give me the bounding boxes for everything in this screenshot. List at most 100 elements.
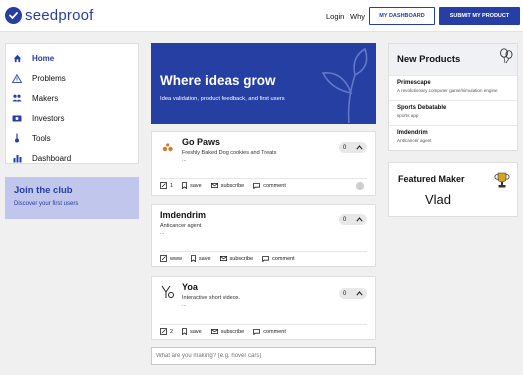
trophy-icon	[494, 172, 510, 188]
save-label: save	[190, 328, 202, 335]
new-products-header: New Products	[389, 44, 517, 75]
tools-icon	[12, 133, 22, 143]
sidebar-item-label: Makers	[32, 93, 59, 103]
product-actions: 2 save subscribe comment	[160, 324, 367, 338]
sidebar-item-makers[interactable]: Makers	[6, 88, 138, 108]
sidebar-nav: Home Problems Makers Investors Tools Das…	[5, 43, 139, 164]
save-button[interactable]: save	[191, 255, 211, 262]
comment-label: comment	[263, 328, 286, 335]
new-product-name: Imdendrim	[397, 130, 428, 136]
product-name[interactable]: Yoa	[182, 282, 240, 292]
product-card[interactable]: Yoa Interactive short videos. ... 0 2 sa…	[151, 276, 376, 340]
new-product-item[interactable]: Primescape A revolutionary computer game…	[389, 75, 517, 100]
mail-icon	[219, 256, 227, 261]
subscribe-button[interactable]: subscribe	[219, 256, 253, 262]
save-button[interactable]: save	[182, 182, 202, 189]
sidebar-item-problems[interactable]: Problems	[6, 68, 138, 88]
chevron-up-icon	[356, 291, 363, 296]
save-label: save	[190, 182, 202, 189]
featured-maker-name[interactable]: Vlad	[425, 192, 451, 207]
subscribe-button[interactable]: subscribe	[210, 182, 245, 189]
sidebar-item-label: Problems	[32, 73, 66, 83]
comment-count: 2	[170, 328, 174, 335]
brand-name: seedproof	[25, 7, 94, 24]
product-card[interactable]: Imdendrim Anticancer agent ... 0 www sav…	[151, 204, 376, 267]
product-name[interactable]: Go Paws	[182, 137, 276, 147]
product-actions: 1 save subscribe comment	[160, 178, 367, 192]
product-description: ...	[182, 302, 187, 308]
balloons-icon	[500, 48, 513, 64]
new-product-desc: A revolutionary computer game/simulation…	[397, 88, 498, 93]
club-subtitle: Discover your first users	[14, 201, 79, 207]
comment-count-button[interactable]: 1	[160, 182, 173, 189]
upvote-button[interactable]: 0	[339, 142, 367, 153]
my-dashboard-button[interactable]: MY DASHBOARD	[369, 7, 435, 25]
comment-button[interactable]: comment	[253, 329, 286, 335]
new-product-desc: sports app	[397, 113, 419, 118]
product-description: ...	[182, 157, 187, 163]
chevron-up-icon	[356, 217, 363, 222]
subscribe-label: subscribe	[220, 182, 245, 189]
sidebar-item-label: Dashboard	[32, 153, 72, 163]
product-card[interactable]: Go Paws Freshly Baked Dog cookies and Tr…	[151, 131, 376, 196]
vote-count: 0	[343, 144, 347, 151]
save-label: save	[198, 255, 211, 262]
leaf-icon	[321, 47, 368, 124]
sidebar-item-home[interactable]: Home	[6, 48, 138, 68]
hero-title: Where ideas grow	[160, 73, 276, 88]
why-link[interactable]: Why	[350, 12, 365, 21]
mail-icon	[210, 183, 218, 188]
chevron-up-icon	[356, 145, 363, 150]
sidebar-item-label: Home	[32, 53, 55, 63]
product-name[interactable]: Imdendrim	[160, 210, 206, 220]
new-product-item[interactable]: Sports Debatable sports app	[389, 100, 517, 125]
edit-icon	[160, 328, 167, 335]
bookmark-icon	[182, 328, 187, 335]
top-bar: seedproof Login Why MY DASHBOARD SUBMIT …	[0, 0, 523, 32]
maker-avatar[interactable]	[356, 182, 364, 190]
home-icon	[12, 53, 22, 63]
sidebar-item-investors[interactable]: Investors	[6, 108, 138, 128]
product-actions: www save subscribe comment	[160, 251, 367, 265]
product-tagline: Anticancer agent	[160, 223, 202, 229]
sidebar-item-tools[interactable]: Tools	[6, 128, 138, 148]
what-are-you-making-input[interactable]	[151, 347, 376, 365]
sidebar-item-dashboard[interactable]: Dashboard	[6, 148, 138, 168]
new-product-name: Primescape	[397, 80, 431, 86]
upvote-button[interactable]: 0	[339, 214, 367, 225]
upvote-button[interactable]: 0	[339, 288, 367, 299]
product-header: Imdendrim Anticancer agent ...	[160, 210, 206, 236]
bookmark-icon	[182, 182, 187, 189]
sidebar-item-label: Investors	[32, 113, 65, 123]
submit-product-button[interactable]: SUBMIT MY PRODUCT	[439, 7, 520, 25]
website-link[interactable]: www	[160, 255, 182, 262]
users-icon	[12, 93, 22, 103]
website-label: www	[170, 255, 182, 262]
join-club-card[interactable]: Join the club Discover your first users	[5, 177, 139, 219]
vote-count: 0	[343, 216, 347, 223]
product-header: Go Paws Freshly Baked Dog cookies and Tr…	[160, 137, 276, 163]
product-tagline: Interactive short videos.	[182, 295, 241, 301]
checkmark-icon	[5, 7, 22, 24]
comment-count-button[interactable]: 2	[160, 328, 173, 335]
login-link[interactable]: Login	[326, 12, 344, 21]
edit-icon	[160, 255, 167, 262]
comment-label: comment	[263, 182, 286, 189]
chat-icon	[253, 182, 261, 189]
money-icon	[12, 113, 22, 123]
new-product-item[interactable]: Imdendrim Anticancer agent	[389, 125, 517, 150]
comment-button[interactable]: comment	[262, 256, 295, 262]
comment-label: comment	[272, 255, 295, 262]
new-products-panel: New Products Primescape A revolutionary …	[388, 43, 518, 151]
comment-button[interactable]: comment	[253, 183, 286, 189]
new-products-title: New Products	[397, 54, 461, 65]
chat-icon	[262, 255, 269, 262]
save-button[interactable]: save	[182, 328, 202, 335]
logo[interactable]: seedproof	[5, 7, 94, 24]
hero-banner: Where ideas grow Idea validation, produc…	[151, 43, 376, 124]
featured-maker-title: Featured Maker	[398, 174, 465, 184]
subscribe-label: subscribe	[220, 328, 245, 335]
hero-subtitle: Idea validation, product feedback, and f…	[160, 96, 285, 102]
subscribe-button[interactable]: subscribe	[210, 328, 245, 335]
new-product-desc: Anticancer agent	[397, 138, 432, 143]
